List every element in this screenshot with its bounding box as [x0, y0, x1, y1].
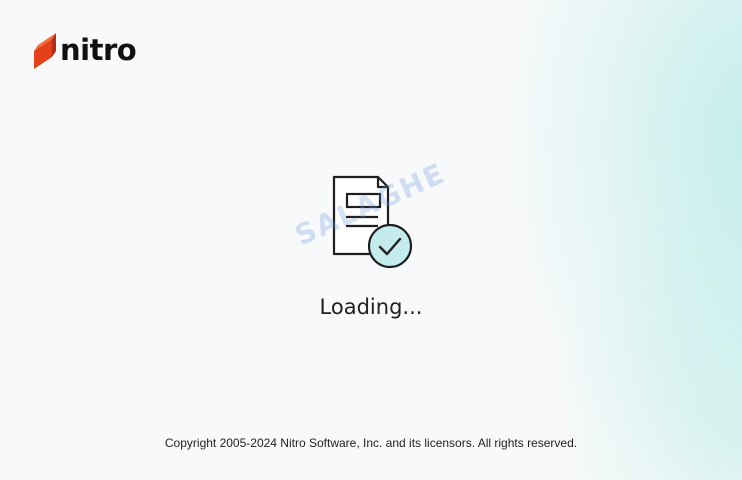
splash-screen: nitro SALAGHE Loading... Copyright 2005-…	[0, 0, 742, 480]
nitro-n-logo-icon	[34, 33, 56, 69]
copyright-notice: Copyright 2005-2024 Nitro Software, Inc.…	[164, 436, 578, 450]
nitro-logo: nitro	[32, 30, 137, 72]
loading-label: Loading...	[319, 295, 423, 319]
document-check-icon	[332, 175, 413, 269]
app-name: nitro	[60, 32, 137, 67]
